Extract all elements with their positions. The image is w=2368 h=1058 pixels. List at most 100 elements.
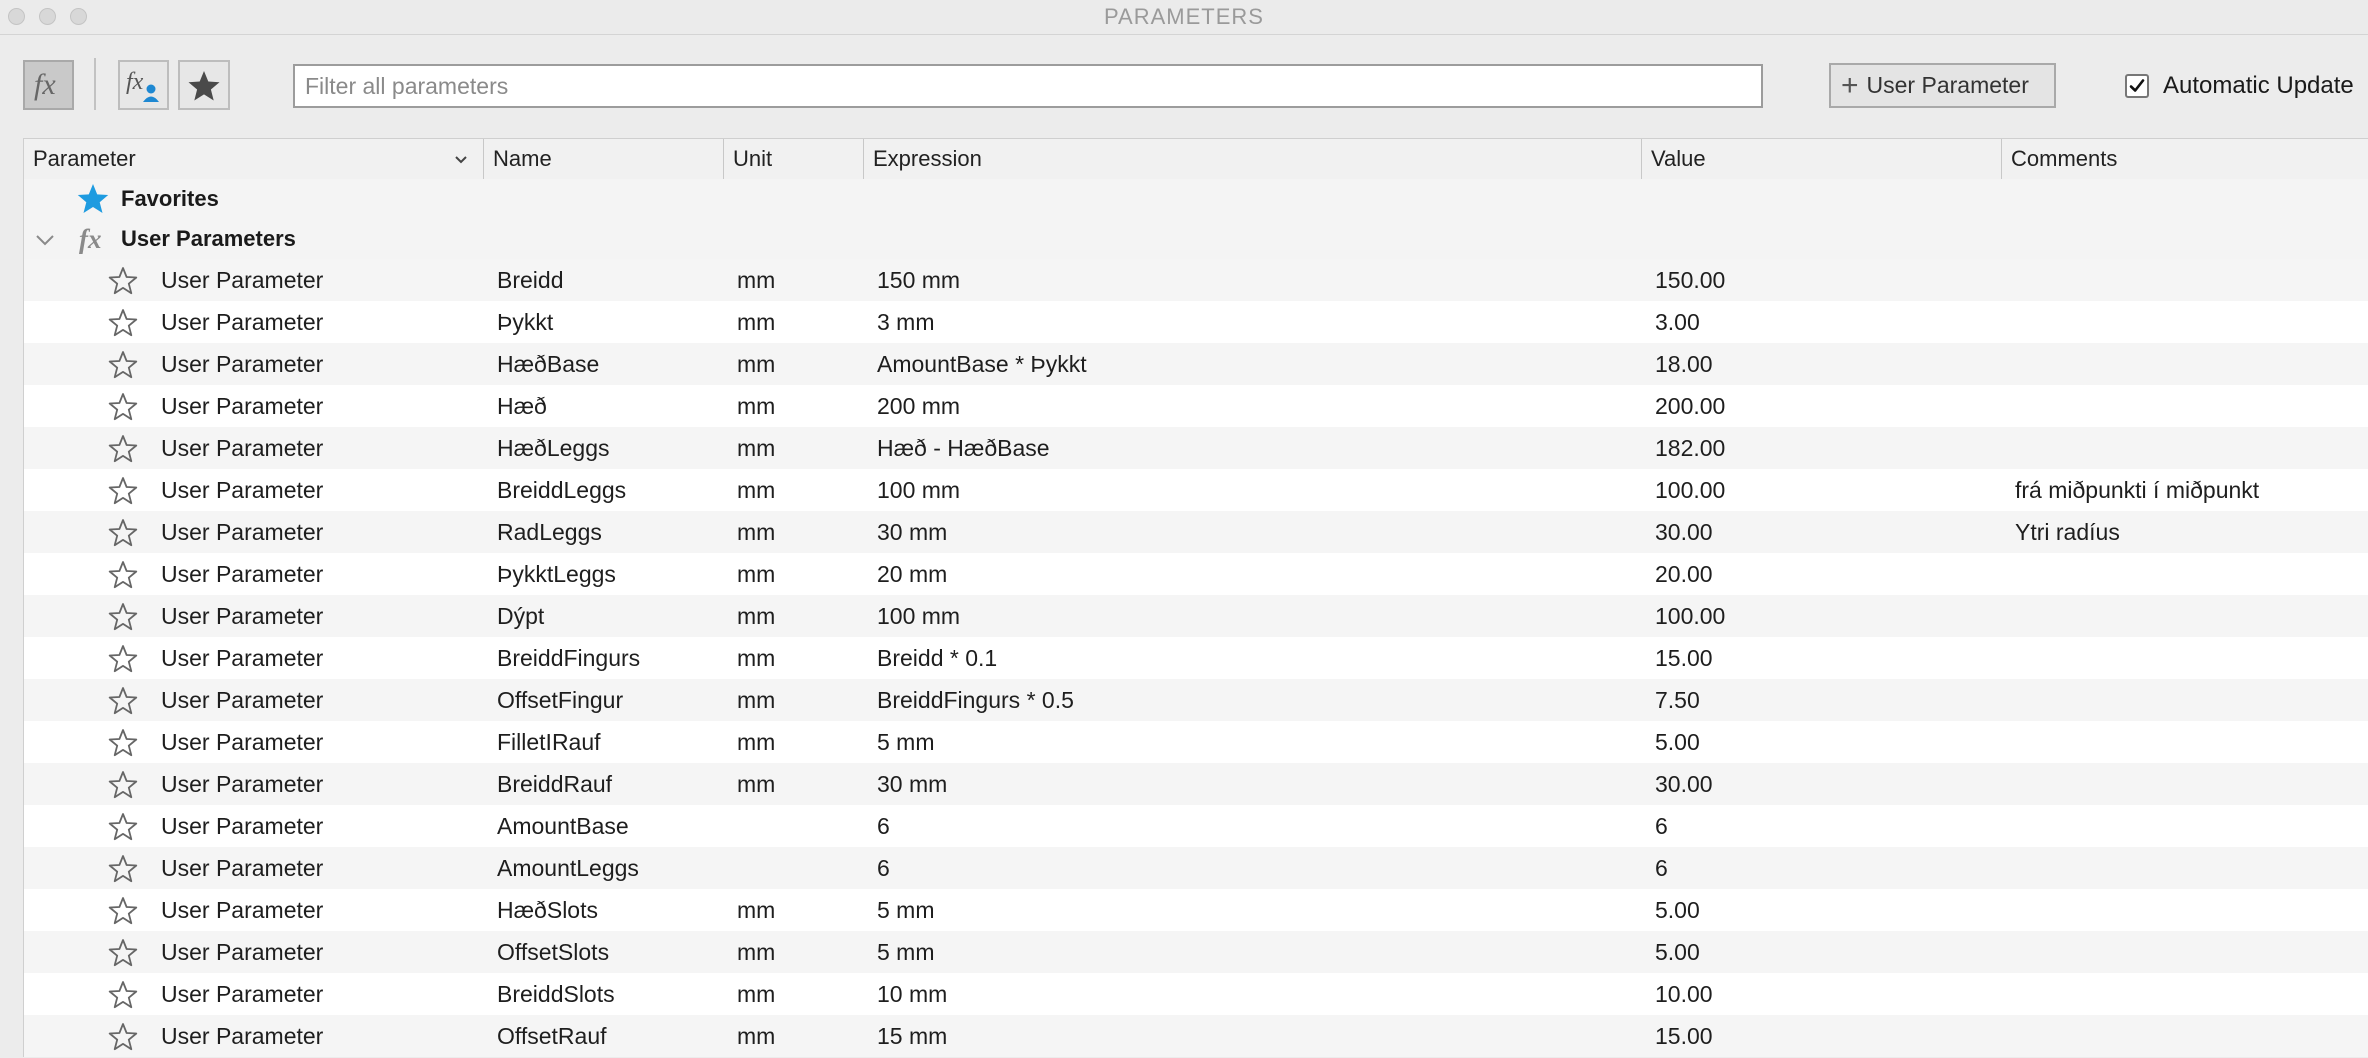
favorite-star-icon[interactable] xyxy=(108,644,138,680)
expression-cell[interactable]: 5 mm xyxy=(877,889,935,931)
column-header-parameter[interactable]: Parameter xyxy=(24,139,484,179)
parameter-name-cell[interactable]: AmountLeggs xyxy=(497,847,639,889)
parameter-name-cell[interactable]: HæðSlots xyxy=(497,889,598,931)
parameter-name-cell[interactable]: BreiddSlots xyxy=(497,973,615,1015)
comment-cell[interactable]: Ytri radíus xyxy=(2015,511,2120,553)
expression-cell[interactable]: 10 mm xyxy=(877,973,947,1015)
favorite-star-icon[interactable] xyxy=(108,812,138,848)
expression-cell[interactable]: 20 mm xyxy=(877,553,947,595)
parameter-name-cell[interactable]: HæðLeggs xyxy=(497,427,610,469)
parameter-name-cell[interactable]: OffsetSlots xyxy=(497,931,609,973)
expression-cell[interactable]: 15 mm xyxy=(877,1015,947,1057)
parameter-type-cell: User Parameter xyxy=(161,603,324,629)
parameter-name-cell[interactable]: AmountBase xyxy=(497,805,629,847)
favorite-star-icon[interactable] xyxy=(108,602,138,638)
unit-cell: mm xyxy=(737,939,776,965)
parameter-type-cell: User Parameter xyxy=(161,855,324,881)
parameter-name-cell[interactable]: ÞykktLeggs xyxy=(497,553,616,595)
expression-cell[interactable]: 5 mm xyxy=(877,721,935,763)
parameter-name-cell[interactable]: HæðBase xyxy=(497,343,599,385)
parameter-name-cell[interactable]: OffsetRauf xyxy=(497,1015,607,1057)
column-header-value-label: Value xyxy=(1651,146,1706,171)
parameter-name-cell[interactable]: BreiddRauf xyxy=(497,763,612,805)
parameter-name-cell[interactable]: OffsetFingur xyxy=(497,679,623,721)
table-row[interactable]: User Parameter BreiddFingurs mm Breidd * 0.… xyxy=(24,637,2368,679)
expression-cell[interactable]: BreiddFingurs * 0.5 xyxy=(877,679,1074,721)
favorite-star-icon[interactable] xyxy=(108,392,138,428)
expression-cell[interactable]: 5 mm xyxy=(877,931,935,973)
column-header-unit[interactable]: Unit xyxy=(724,139,864,179)
collapse-chevron-icon[interactable] xyxy=(33,228,57,252)
favorite-star-icon[interactable] xyxy=(108,434,138,470)
comment-cell[interactable]: frá miðpunkti í miðpunkt xyxy=(2015,469,2259,511)
table-row[interactable]: User Parameter HæðLeggs mm Hæð - HæðBase 182… xyxy=(24,427,2368,469)
chevron-down-icon[interactable] xyxy=(452,150,470,170)
favorite-star-icon[interactable] xyxy=(108,350,138,386)
column-header-name[interactable]: Name xyxy=(484,139,724,179)
table-row[interactable]: User Parameter BreiddLeggs mm 100 mm 100.00 f… xyxy=(24,469,2368,511)
favorite-star-icon[interactable] xyxy=(108,686,138,722)
expression-cell[interactable]: 100 mm xyxy=(877,469,960,511)
group-row-favorites[interactable]: Favorites xyxy=(24,179,2368,219)
all-parameters-button[interactable]: fx xyxy=(23,60,74,110)
expression-cell[interactable]: 6 xyxy=(877,805,890,847)
favorite-star-icon[interactable] xyxy=(108,728,138,764)
favorite-star-icon[interactable] xyxy=(108,938,138,974)
favorite-star-icon[interactable] xyxy=(108,980,138,1016)
favorite-star-icon[interactable] xyxy=(108,854,138,890)
column-header-value[interactable]: Value xyxy=(1642,139,2002,179)
group-row-user-parameters[interactable]: fx User Parameters xyxy=(24,219,2368,259)
favorite-star-icon[interactable] xyxy=(108,266,138,302)
expression-cell[interactable]: 30 mm xyxy=(877,763,947,805)
add-user-parameter-button[interactable]: + User Parameter xyxy=(1829,63,2056,108)
table-row[interactable]: User Parameter RadLeggs mm 30 mm 30.00 Ytri r… xyxy=(24,511,2368,553)
favorite-star-icon[interactable] xyxy=(108,560,138,596)
parameter-name-cell[interactable]: FilletIRauf xyxy=(497,721,601,763)
table-row[interactable]: User Parameter OffsetFingur mm BreiddFingur… xyxy=(24,679,2368,721)
filter-input[interactable] xyxy=(293,64,1763,108)
column-header-expression[interactable]: Expression xyxy=(864,139,1642,179)
table-row[interactable]: User Parameter AmountLeggs 6 6 xyxy=(24,847,2368,889)
parameter-name-cell[interactable]: Breidd xyxy=(497,259,563,301)
table-row[interactable]: User Parameter Breidd mm 150 mm 150.00 xyxy=(24,259,2368,301)
parameter-name-cell[interactable]: Dýpt xyxy=(497,595,544,637)
favorites-filter-button[interactable] xyxy=(178,60,230,110)
table-row[interactable]: User Parameter AmountBase 6 6 xyxy=(24,805,2368,847)
table-row[interactable]: User Parameter BreiddRauf mm 30 mm 30.00 xyxy=(24,763,2368,805)
table-row[interactable]: User Parameter Þykkt mm 3 mm 3.00 xyxy=(24,301,2368,343)
automatic-update-checkbox[interactable] xyxy=(2125,74,2149,98)
parameter-name-cell[interactable]: RadLeggs xyxy=(497,511,602,553)
expression-cell[interactable]: 3 mm xyxy=(877,301,935,343)
favorite-star-icon[interactable] xyxy=(108,308,138,344)
table-row[interactable]: User Parameter FilletIRauf mm 5 mm 5.00 xyxy=(24,721,2368,763)
expression-cell[interactable]: 150 mm xyxy=(877,259,960,301)
table-row[interactable]: User Parameter HæðSlots mm 5 mm 5.00 xyxy=(24,889,2368,931)
table-row[interactable]: User Parameter BreiddSlots mm 10 mm 10.00 xyxy=(24,973,2368,1015)
table-row[interactable]: User Parameter ÞykktLeggs mm 20 mm 20.00 xyxy=(24,553,2368,595)
expression-cell[interactable]: Breidd * 0.1 xyxy=(877,637,997,679)
expression-cell[interactable]: Hæð - HæðBase xyxy=(877,427,1050,469)
user-parameters-filter-button[interactable]: fx xyxy=(118,60,169,110)
parameter-name-cell[interactable]: BreiddFingurs xyxy=(497,637,640,679)
table-row[interactable]: User Parameter Dýpt mm 100 mm 100.00 xyxy=(24,595,2368,637)
unit-cell: mm xyxy=(737,435,776,461)
favorite-star-icon[interactable] xyxy=(108,1022,138,1058)
expression-cell[interactable]: 6 xyxy=(877,847,890,889)
favorite-star-icon[interactable] xyxy=(108,770,138,806)
expression-cell[interactable]: 100 mm xyxy=(877,595,960,637)
favorite-star-icon[interactable] xyxy=(108,476,138,512)
expression-cell[interactable]: 30 mm xyxy=(877,511,947,553)
parameter-name-cell[interactable]: BreiddLeggs xyxy=(497,469,626,511)
expression-cell[interactable]: 200 mm xyxy=(877,385,960,427)
table-row[interactable]: User Parameter OffsetRauf mm 15 mm 15.00 xyxy=(24,1015,2368,1057)
parameter-name-cell[interactable]: Hæð xyxy=(497,385,547,427)
favorite-star-icon[interactable] xyxy=(108,896,138,932)
table-row[interactable]: User Parameter OffsetSlots mm 5 mm 5.00 xyxy=(24,931,2368,973)
column-header-comments[interactable]: Comments xyxy=(2002,139,2368,179)
parameter-name-cell[interactable]: Þykkt xyxy=(497,301,553,343)
table-row[interactable]: User Parameter Hæð mm 200 mm 200.00 xyxy=(24,385,2368,427)
expression-cell[interactable]: AmountBase * Þykkt xyxy=(877,343,1087,385)
table-row[interactable]: User Parameter HæðBase mm AmountBase * Þykk… xyxy=(24,343,2368,385)
favorite-star-icon[interactable] xyxy=(108,518,138,554)
automatic-update-toggle[interactable]: Automatic Update xyxy=(2125,68,2354,104)
